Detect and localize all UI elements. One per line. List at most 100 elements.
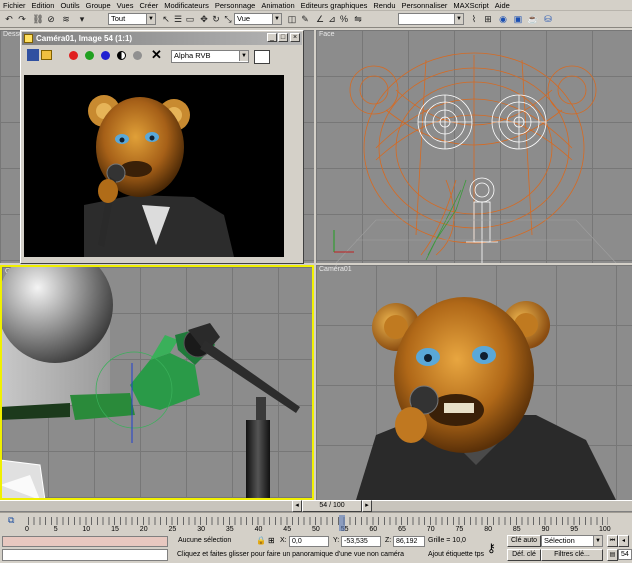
material-editor-icon[interactable]: ◉ <box>497 13 509 25</box>
snap-icon[interactable]: ∠ <box>314 13 326 25</box>
reference-coordinate-dropdown[interactable]: Vue ▼ <box>234 13 282 25</box>
window-title-bar[interactable]: Caméra01, Image 54 (1:1) <box>22 32 302 45</box>
ruler-tick-label: 0 <box>25 526 29 533</box>
scale-icon[interactable]: ⤡ <box>222 13 234 25</box>
maxscript-listener-white[interactable] <box>2 549 168 561</box>
maxscript-listener-pink[interactable] <box>2 536 168 547</box>
redo-icon[interactable]: ↷ <box>16 13 28 25</box>
set-key-button[interactable]: Déf. clé <box>507 549 541 561</box>
selection-set-dropdown[interactable]: Sélection ▼ <box>541 535 603 547</box>
save-icon[interactable] <box>27 49 39 61</box>
ruler-tick-label: 100 <box>599 526 611 533</box>
maximize-button[interactable]: □ <box>278 33 288 42</box>
blue-channel-icon[interactable] <box>101 51 110 60</box>
z-label: Z: <box>385 537 392 544</box>
window-title: Caméra01, Image 54 (1:1) <box>36 34 133 43</box>
select-by-name-icon[interactable]: ☰ <box>172 13 184 25</box>
rendered-image <box>24 75 284 257</box>
menu-editeurs-graphiques[interactable]: Editeurs graphiques <box>301 1 368 10</box>
viewport-camera[interactable]: Caméra01 <box>316 265 632 500</box>
track-bar[interactable]: ⧉ 05101520253035404550556065707580859095… <box>0 512 632 533</box>
viewport-left[interactable]: Gauche <box>0 265 314 500</box>
named-selection-dropdown[interactable]: ▼ <box>398 13 464 25</box>
ruler-tick-label: 65 <box>398 526 406 533</box>
menu-animation[interactable]: Animation <box>261 1 294 10</box>
unlink-icon[interactable]: ⊘ <box>45 13 57 25</box>
pivot-icon[interactable]: ◫ <box>286 13 298 25</box>
auto-key-button[interactable]: Clé auto <box>507 535 541 547</box>
minimize-button[interactable]: _ <box>267 33 277 42</box>
ruler-tick-label: 75 <box>455 526 464 533</box>
filter-icon[interactable]: ▾ <box>76 13 88 25</box>
ruler-tick-label: 50 <box>312 526 320 533</box>
ruler-tick-label: 45 <box>283 526 292 533</box>
red-channel-icon[interactable] <box>69 51 78 60</box>
track-bar-icon[interactable]: ⧉ <box>8 515 14 526</box>
copy-icon[interactable] <box>41 50 52 60</box>
viewport-front[interactable]: Face <box>316 30 632 263</box>
manipulate-icon[interactable]: ✎ <box>299 13 311 25</box>
bind-icon[interactable]: ≋ <box>60 13 72 25</box>
close-button[interactable]: × <box>290 33 300 42</box>
quick-render-icon[interactable]: ☕ <box>527 13 539 25</box>
undo-icon[interactable]: ↶ <box>3 13 15 25</box>
menu-rendu[interactable]: Rendu <box>373 1 395 10</box>
time-slider-track[interactable]: ◂ 54 / 100 ▸ <box>0 500 632 512</box>
channel-dropdown[interactable]: Alpha RVB ▼ <box>171 50 249 63</box>
rendered-frame-window[interactable]: Caméra01, Image 54 (1:1) _ □ × ✕ Alpha R… <box>20 30 304 264</box>
ruler-tick-label: 35 <box>225 526 234 533</box>
z-coordinate-field[interactable]: 86,192 <box>393 536 425 547</box>
rotate-icon[interactable]: ↻ <box>210 13 222 25</box>
render-last-icon[interactable]: ⛁ <box>542 13 554 25</box>
ruler-tick-label: 60 <box>369 526 378 533</box>
next-frame-button[interactable]: ▸ <box>362 500 372 512</box>
menu-creer[interactable]: Créer <box>139 1 158 10</box>
time-configuration-icon[interactable]: ▤ <box>607 549 618 561</box>
key-filters-button[interactable]: Filtres clé... <box>541 549 603 561</box>
go-to-start-icon[interactable]: ⏮ <box>607 535 618 547</box>
ruler-tick-label: 70 <box>426 526 435 533</box>
absolute-mode-icon[interactable]: ⊞ <box>268 536 275 545</box>
link-icon[interactable]: ⛓ <box>32 13 44 25</box>
previous-key-icon[interactable]: ◂ <box>618 535 629 547</box>
schematic-icon[interactable]: ⊞ <box>482 13 494 25</box>
percent-snap-icon[interactable]: % <box>338 13 350 25</box>
region-icon[interactable]: ▭ <box>184 13 196 25</box>
menu-fichier[interactable]: Fichier <box>3 1 26 10</box>
menu-bar: Fichier Edition Outils Groupe Vues Créer… <box>0 0 632 11</box>
ruler-tick-label: 80 <box>484 526 492 533</box>
menu-personnaliser[interactable]: Personnaliser <box>402 1 448 10</box>
move-icon[interactable]: ✥ <box>198 13 210 25</box>
y-coordinate-field[interactable]: -53,535 <box>341 536 381 547</box>
curve-editor-icon[interactable]: ⌇ <box>468 13 480 25</box>
menu-modificateurs[interactable]: Modificateurs <box>164 1 209 10</box>
time-slider-thumb[interactable]: 54 / 100 <box>302 500 362 512</box>
color-swatch[interactable] <box>254 50 270 64</box>
previous-frame-button[interactable]: ◂ <box>292 500 302 512</box>
lock-icon[interactable]: 🔒 <box>256 536 266 545</box>
menu-maxscript[interactable]: MAXScript <box>453 1 488 10</box>
key-icon[interactable]: ⚷ <box>487 541 496 555</box>
menu-vues[interactable]: Vues <box>117 1 134 10</box>
menu-personnage[interactable]: Personnage <box>215 1 255 10</box>
ruler-tick-label: 5 <box>53 526 58 533</box>
x-coordinate-field[interactable]: 0,0 <box>289 536 329 547</box>
alpha-channel-icon[interactable] <box>117 51 126 60</box>
render-scene-icon[interactable]: ▣ <box>512 13 524 25</box>
menu-outils[interactable]: Outils <box>60 1 79 10</box>
menu-aide[interactable]: Aide <box>495 1 510 10</box>
select-icon[interactable]: ↖ <box>160 13 172 25</box>
green-channel-icon[interactable] <box>85 51 94 60</box>
add-time-tag[interactable]: Ajout étiquette tps <box>428 551 484 558</box>
current-frame-marker <box>339 515 345 531</box>
clear-icon[interactable]: ✕ <box>151 47 162 63</box>
monochrome-icon[interactable] <box>133 51 142 60</box>
angle-snap-icon[interactable]: ⊿ <box>326 13 338 25</box>
current-frame-field[interactable]: 54 <box>618 549 632 560</box>
selection-filter-dropdown[interactable]: Tout ▼ <box>108 13 156 25</box>
ruler-tick-label: 40 <box>254 526 263 533</box>
menu-edition[interactable]: Edition <box>32 1 55 10</box>
menu-groupe[interactable]: Groupe <box>86 1 111 10</box>
mirror-icon[interactable]: ⇋ <box>352 13 364 25</box>
status-bar: Aucune sélection 🔒 ⊞ X: 0,0 Y: -53,535 Z… <box>0 533 632 563</box>
